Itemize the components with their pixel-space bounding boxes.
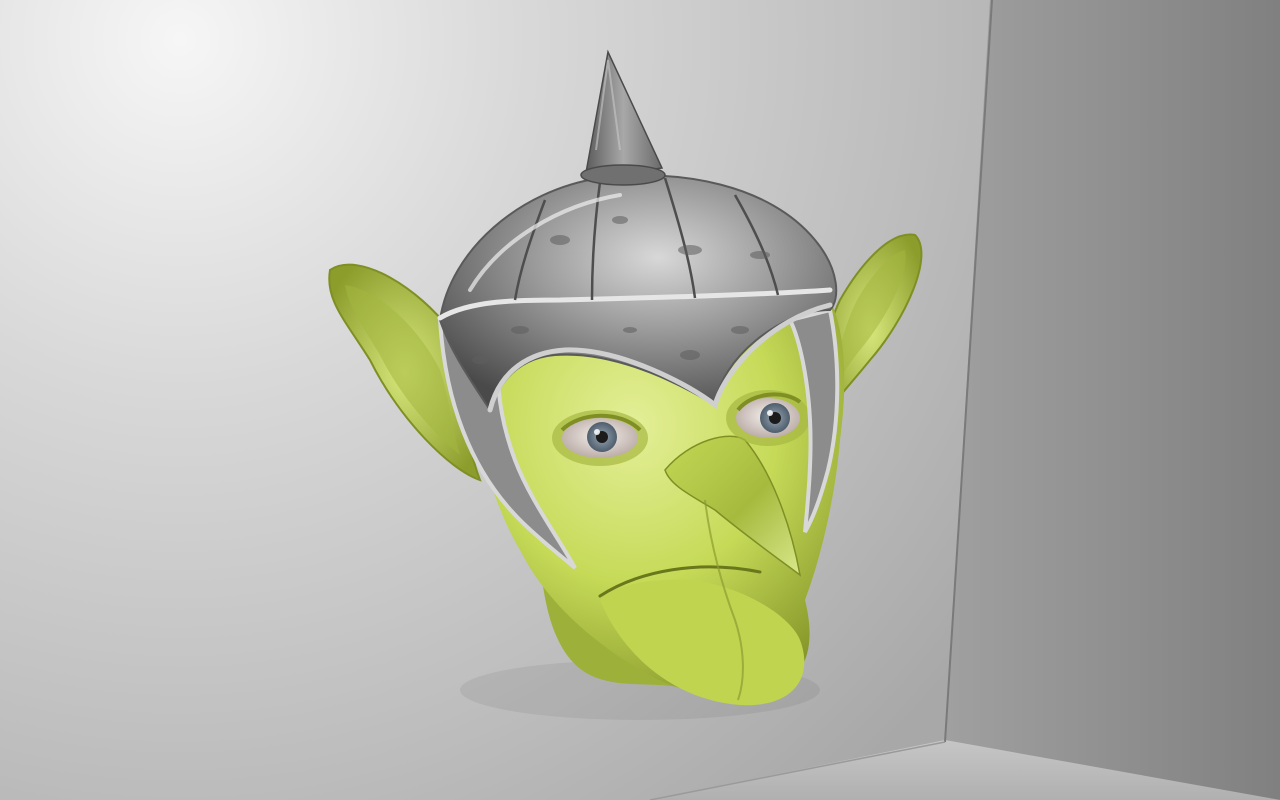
side-wall — [945, 0, 1280, 800]
render-scene — [0, 0, 1280, 800]
helmet-spike-base — [580, 164, 666, 186]
